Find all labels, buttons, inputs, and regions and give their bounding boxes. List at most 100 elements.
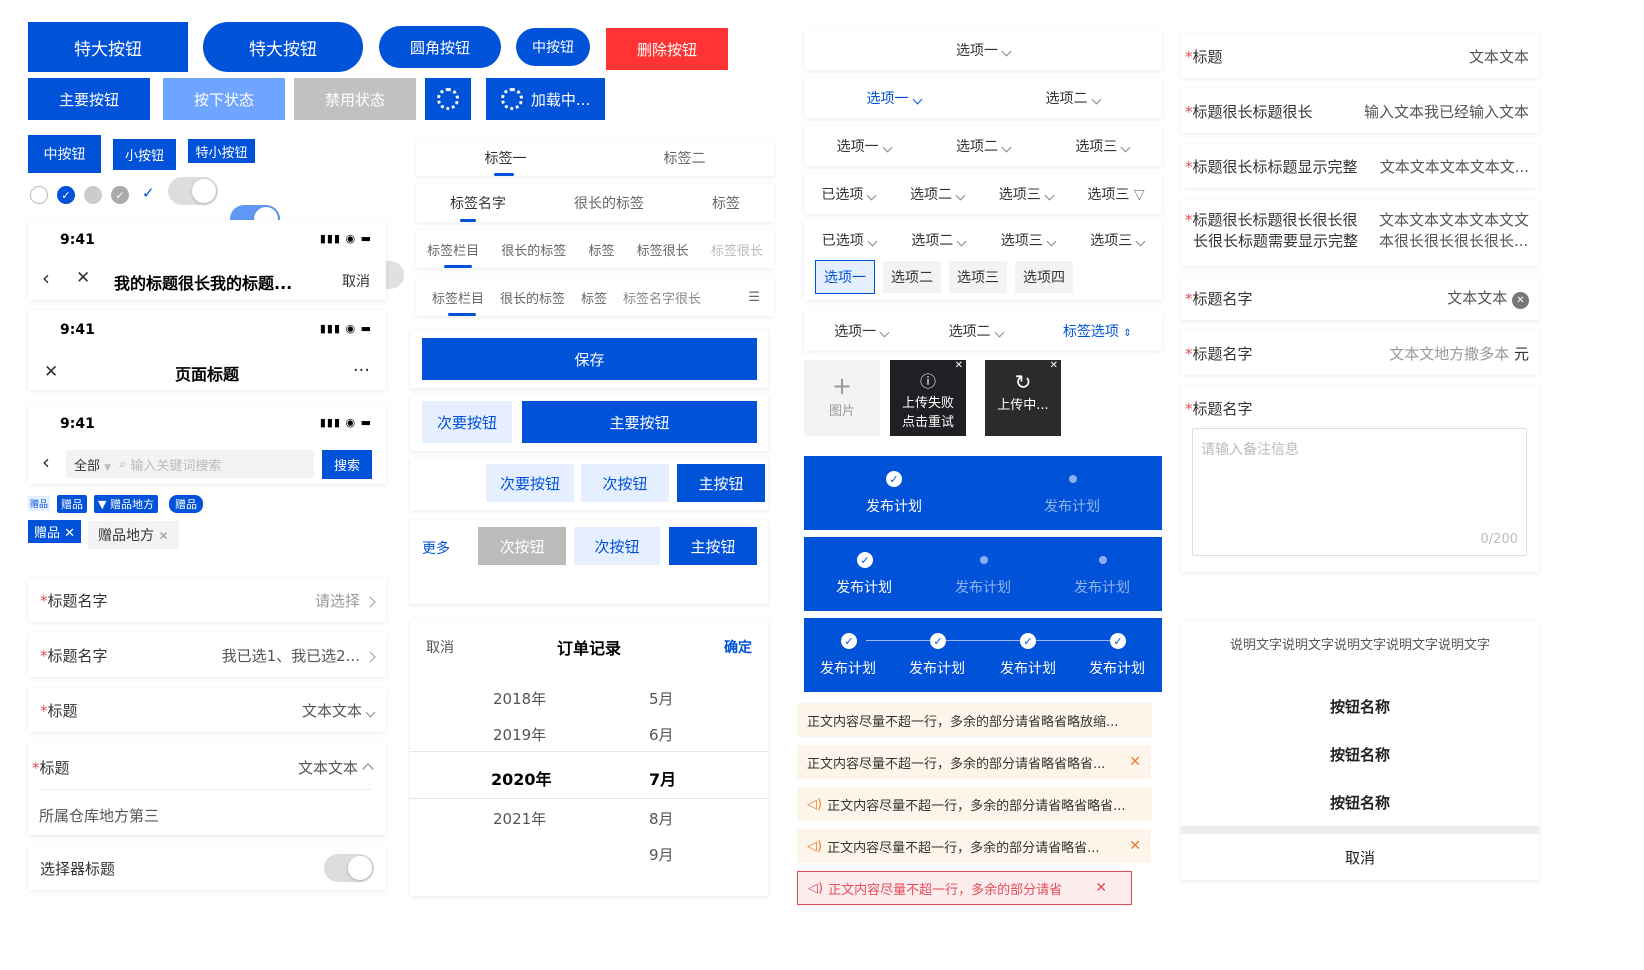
year-item[interactable]: 2018年	[493, 688, 546, 709]
dropdown-option[interactable]: 所属仓库地方第三	[39, 805, 159, 826]
upload-failed[interactable]: ✕ ⓘ 上传失败 点击重试	[890, 360, 966, 436]
secondary-short-button[interactable]: 次按钮	[574, 527, 660, 565]
close-icon[interactable]: ✕	[1129, 754, 1141, 770]
select-item[interactable]: 选项三	[1090, 230, 1146, 250]
year-item[interactable]: 2019年	[493, 724, 546, 745]
month-item[interactable]: 9月	[649, 844, 674, 865]
secondary-button[interactable]: 次要按钮	[422, 401, 512, 443]
secondary-short-button[interactable]: 次按钮	[581, 464, 669, 502]
select-single[interactable]: 选项一	[804, 30, 1162, 70]
mid-round-button[interactable]: 中按钮	[516, 28, 590, 66]
select-item[interactable]: 选项一	[837, 136, 893, 156]
tab-1[interactable]: 标签名字	[450, 193, 506, 213]
small-button[interactable]: 小按钮	[113, 139, 176, 170]
close-icon[interactable]: ✕	[1129, 838, 1141, 854]
row-switch[interactable]	[324, 854, 374, 882]
upload-add[interactable]: + 图片	[804, 360, 880, 436]
tab-2[interactable]: 标签二	[664, 148, 706, 168]
tab-1[interactable]: 标签一	[485, 148, 527, 168]
select-item[interactable]: 已选项	[822, 230, 878, 250]
tab-5[interactable]: 标签很长	[711, 240, 763, 259]
month-item[interactable]: 6月	[649, 724, 674, 745]
round-button[interactable]: 圆角按钮	[379, 26, 501, 68]
close-icon[interactable]: ✕	[1095, 880, 1107, 896]
tab-4[interactable]: 标签名字很长	[623, 288, 701, 307]
tab-2[interactable]: 很长的标签	[500, 288, 565, 307]
month-item[interactable]: 5月	[649, 688, 674, 709]
sheet-cancel[interactable]: 取消	[1181, 847, 1539, 868]
select-item[interactable]: 选项二	[949, 321, 1005, 341]
radio-empty[interactable]	[30, 186, 48, 204]
form-row-expanded[interactable]: *标题 文本文本 所属仓库地方第三	[28, 743, 386, 835]
year-item-selected[interactable]: 2020年	[491, 766, 552, 790]
select-item[interactable]: 选项二	[911, 230, 967, 250]
sheet-button[interactable]: 按钮名称	[1181, 792, 1539, 813]
picker-confirm[interactable]: 确定	[724, 637, 752, 657]
option[interactable]: 选项三	[949, 261, 1007, 293]
form-row-multiline[interactable]: *标题很长标题很长很长很 长很长标题需要显示完整 文本文本文本文本文文 本很长很长很…	[1181, 200, 1539, 266]
tab-3[interactable]: 标签	[588, 240, 614, 259]
tab-4[interactable]: 标签很长	[637, 240, 689, 259]
back-icon[interactable]: ‹	[42, 266, 50, 290]
select-item[interactable]: 选项三	[1001, 230, 1057, 250]
form-row-dropdown[interactable]: *标题 文本文本	[28, 688, 386, 732]
save-button[interactable]: 保存	[422, 338, 757, 380]
form-row-select[interactable]: *标题名字 请选择	[28, 578, 386, 622]
primary-short-button[interactable]: 主按钮	[677, 464, 765, 502]
secondary-button[interactable]: 次要按钮	[486, 464, 574, 502]
tab-1[interactable]: 标签栏目	[427, 240, 479, 259]
select-filter[interactable]: 选项三 ▽	[1087, 184, 1144, 204]
tab-1[interactable]: 标签栏目	[432, 288, 484, 307]
form-row-clearable[interactable]: *标题名字 文本文本 ✕	[1181, 276, 1539, 320]
select-item[interactable]: 选项三	[1075, 136, 1131, 156]
month-item[interactable]: 8月	[649, 808, 674, 829]
radio-checked[interactable]: ✓	[57, 186, 75, 204]
form-row-input[interactable]: *标题很长标题很长 输入文本我已经输入文本	[1181, 89, 1539, 133]
select-item[interactable]: 选项一	[956, 40, 1012, 60]
xsmall-button[interactable]: 特小按钮	[188, 139, 255, 163]
check-mark-icon[interactable]: ✓	[142, 184, 155, 202]
close-icon[interactable]: ✕	[76, 268, 90, 288]
select-item[interactable]: 选项二	[910, 184, 966, 204]
tag-closable-blue[interactable]: 赠品 ✕	[28, 520, 82, 543]
option[interactable]: 选项二	[883, 261, 941, 293]
menu-icon[interactable]: ☰	[748, 290, 760, 305]
search-button[interactable]: 搜索	[322, 450, 372, 479]
select-item[interactable]: 选项二	[1046, 88, 1101, 108]
remove-icon[interactable]: ✕	[1050, 360, 1058, 371]
xl-round-button[interactable]: 特大按钮	[203, 22, 363, 72]
sheet-button[interactable]: 按钮名称	[1181, 744, 1539, 765]
option[interactable]: 选项四	[1015, 261, 1073, 293]
search-input[interactable]: 全部 ▼ ⌕ 输入关键词搜索	[66, 450, 314, 478]
form-row-text[interactable]: *标题 文本文本	[1181, 34, 1539, 78]
tab-3[interactable]: 标签	[581, 288, 607, 307]
loading-icon-button[interactable]	[425, 78, 471, 120]
primary-button[interactable]: 主要按钮	[28, 78, 150, 120]
select-item[interactable]: 选项三	[999, 184, 1055, 204]
back-icon[interactable]: ‹	[42, 450, 50, 474]
clear-icon[interactable]: ✕	[1512, 292, 1529, 309]
year-item[interactable]: 2021年	[493, 808, 546, 829]
more-link[interactable]: 更多	[422, 538, 450, 558]
form-row-unit[interactable]: *标题名字 文本文地方撒多本 元	[1181, 331, 1539, 375]
primary-short-button[interactable]: 主按钮	[669, 527, 757, 565]
xl-button[interactable]: 特大按钮	[28, 22, 188, 72]
tag-closable-gray[interactable]: 赠品地方 ✕	[88, 521, 179, 549]
mid-button[interactable]: 中按钮	[28, 135, 101, 173]
cancel-link[interactable]: 取消	[342, 271, 370, 291]
option-selected[interactable]: 选项一	[815, 260, 875, 294]
primary-button[interactable]: 主要按钮	[522, 401, 757, 443]
tab-2[interactable]: 很长的标签	[501, 240, 566, 259]
delete-button[interactable]: 删除按钮	[606, 28, 728, 70]
pressed-button[interactable]: 按下状态	[163, 78, 285, 120]
select-item-active[interactable]: 选项一	[867, 88, 922, 108]
select-item[interactable]: 已选项	[821, 184, 877, 204]
form-row-selected[interactable]: *标题名字 我已选1、我已选2...	[28, 633, 386, 677]
tab-2[interactable]: 很长的标签	[574, 193, 644, 213]
month-item-selected[interactable]: 7月	[649, 766, 676, 790]
sheet-button[interactable]: 按钮名称	[1181, 696, 1539, 717]
form-row-long-label[interactable]: *标题很长标标题显示完整 文本文本文本文本文...	[1181, 144, 1539, 188]
select-item[interactable]: 选项二	[956, 136, 1012, 156]
remark-textarea[interactable]: 请输入备注信息 0/200	[1192, 428, 1527, 556]
more-icon[interactable]: ···	[353, 360, 370, 381]
